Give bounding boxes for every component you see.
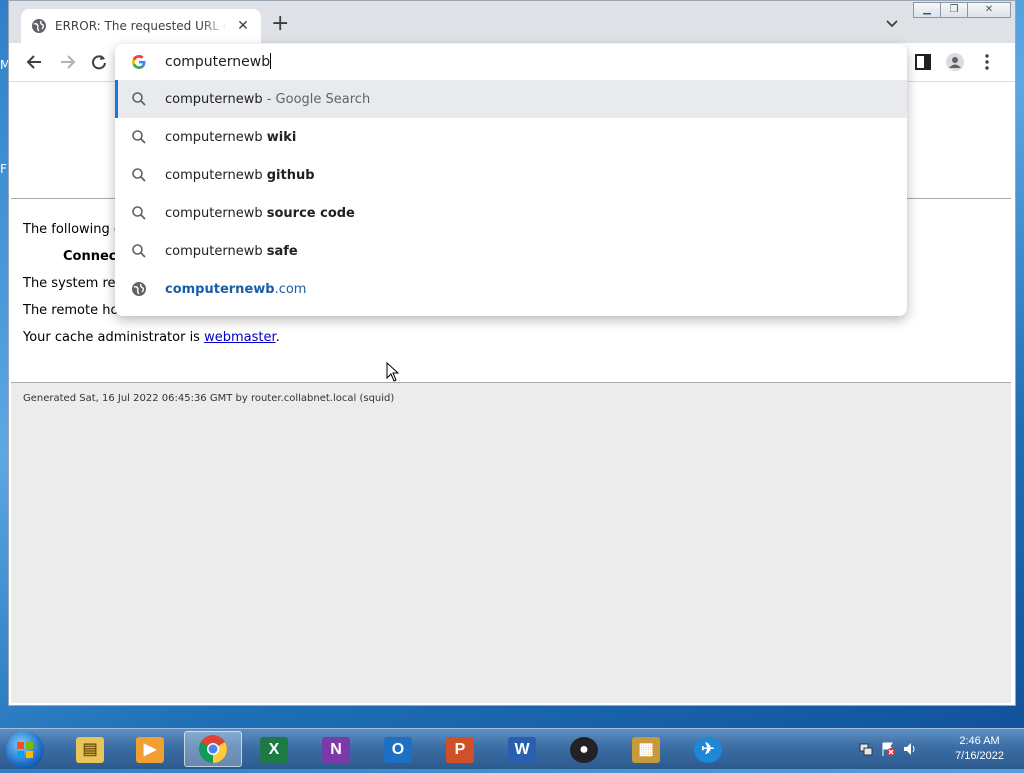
- cache-admin-text: Your cache administrator is webmaster.: [23, 330, 280, 345]
- close-tab-icon[interactable]: ✕: [235, 18, 251, 34]
- close-window-button[interactable]: ✕: [967, 2, 1011, 18]
- chrome-taskbar-button[interactable]: [184, 731, 242, 767]
- suggestion-query: computernewb: [165, 129, 263, 145]
- mouse-cursor-icon: [386, 362, 400, 382]
- suggestion-wiki[interactable]: computernewb wiki: [115, 118, 907, 156]
- archive-tool-icon[interactable]: ▦: [632, 737, 660, 763]
- file-explorer-icon[interactable]: ▤: [76, 737, 104, 763]
- menu-icon[interactable]: [977, 52, 997, 72]
- start-button[interactable]: [6, 731, 44, 769]
- suggestion-url[interactable]: computernewb.com: [115, 270, 907, 308]
- search-icon: [132, 168, 146, 182]
- search-icon: [132, 206, 146, 220]
- globe-icon: [132, 282, 146, 296]
- outlook-icon[interactable]: O: [384, 737, 412, 763]
- error-text: The following e: [23, 222, 122, 237]
- network-icon[interactable]: [858, 741, 874, 757]
- footer-text: Generated Sat, 16 Jul 2022 06:45:36 GMT …: [23, 393, 395, 404]
- volume-icon[interactable]: [902, 741, 918, 757]
- profile-icon[interactable]: [945, 52, 965, 72]
- page-footer-area: [11, 383, 1011, 703]
- suggestion-completion: wiki: [266, 129, 297, 145]
- google-icon: [132, 55, 146, 69]
- search-icon: [132, 130, 146, 144]
- suggestion-completion: github: [266, 167, 315, 183]
- system-tray: 2:46 AM 7/16/2022: [854, 729, 1024, 769]
- cache-admin-suffix: .: [275, 330, 280, 345]
- divider: [11, 382, 1011, 383]
- suggestion-completion: source code: [266, 205, 355, 221]
- suggestion-safe[interactable]: computernewb safe: [115, 232, 907, 270]
- suggestion-domain: computernewb: [165, 281, 275, 297]
- clock-date: 7/16/2022: [955, 750, 1004, 762]
- address-bar[interactable]: computernewb: [115, 44, 907, 80]
- suggestion-completion: safe: [266, 243, 298, 259]
- suggestion-google-search[interactable]: computernewb - Google Search: [115, 80, 907, 118]
- suggestion-source-code[interactable]: computernewb source code: [115, 194, 907, 232]
- vpn-tool-icon[interactable]: ✈: [694, 737, 722, 763]
- excel-icon[interactable]: X: [260, 737, 288, 763]
- maximize-button[interactable]: ❐: [940, 2, 968, 18]
- tab-error-page[interactable]: ERROR: The requested URL could not be re…: [21, 9, 261, 43]
- suggestion-label: computernewb github: [165, 168, 315, 183]
- forward-icon[interactable]: [57, 52, 77, 72]
- error-heading: Connect: [63, 249, 123, 264]
- suggestion-label: computernewb.com: [165, 282, 306, 297]
- tab-title: ERROR: The requested URL could not be re…: [55, 19, 227, 33]
- taskbar: ▤ ▶ X N O P W ● ▦ ✈ 2:46 AM 7/16/2022: [0, 728, 1024, 769]
- flag-error-icon[interactable]: [880, 741, 896, 757]
- powerpoint-icon[interactable]: P: [446, 737, 474, 763]
- suggestion-hint: - Google Search: [262, 91, 371, 107]
- search-icon: [132, 92, 146, 106]
- omnibox-dropdown: computernewb computernewb - Google Searc…: [115, 44, 907, 316]
- suggestion-github[interactable]: computernewb github: [115, 156, 907, 194]
- new-tab-button[interactable]: +: [271, 13, 289, 35]
- onenote-icon[interactable]: N: [322, 737, 350, 763]
- clock-time: 2:46 AM: [959, 735, 1000, 747]
- media-player-icon[interactable]: ▶: [136, 737, 164, 763]
- globe-icon: [32, 19, 46, 33]
- side-panel-icon[interactable]: [913, 52, 933, 72]
- back-icon[interactable]: [25, 52, 45, 72]
- cache-admin-prefix: Your cache administrator is: [23, 330, 205, 345]
- chrome-icon: [199, 735, 227, 763]
- windows-logo-icon: [17, 742, 33, 758]
- address-input[interactable]: computernewb: [165, 53, 272, 70]
- address-input-value: computernewb: [165, 54, 271, 70]
- suggestion-query: computernewb: [165, 243, 263, 259]
- search-icon: [132, 244, 146, 258]
- text-caret: [270, 53, 272, 69]
- suggestion-query: computernewb: [165, 91, 263, 107]
- minimize-button[interactable]: ▁: [913, 2, 941, 18]
- suggestion-label: computernewb source code: [165, 206, 355, 221]
- window-controls: ▁ ❐ ✕: [913, 2, 1011, 18]
- suggestion-query: computernewb: [165, 167, 263, 183]
- browser-window: ERROR: The requested URL could not be re…: [8, 0, 1016, 706]
- webmaster-link[interactable]: webmaster: [204, 330, 276, 345]
- suggestion-label: computernewb safe: [165, 244, 298, 259]
- reload-icon[interactable]: [89, 52, 109, 72]
- suggestion-tld: .com: [274, 281, 307, 297]
- word-icon[interactable]: W: [508, 737, 536, 763]
- tab-search-icon[interactable]: [885, 17, 899, 31]
- obs-icon[interactable]: ●: [570, 737, 598, 763]
- suggestion-query: computernewb: [165, 205, 263, 221]
- error-text: The remote hos: [23, 303, 126, 318]
- suggestion-label: computernewb - Google Search: [165, 92, 370, 107]
- suggestion-label: computernewb wiki: [165, 130, 296, 145]
- error-text: The system ret: [23, 276, 121, 291]
- tab-strip: ERROR: The requested URL could not be re…: [9, 1, 1015, 43]
- clock[interactable]: 2:46 AM 7/16/2022: [955, 734, 1004, 764]
